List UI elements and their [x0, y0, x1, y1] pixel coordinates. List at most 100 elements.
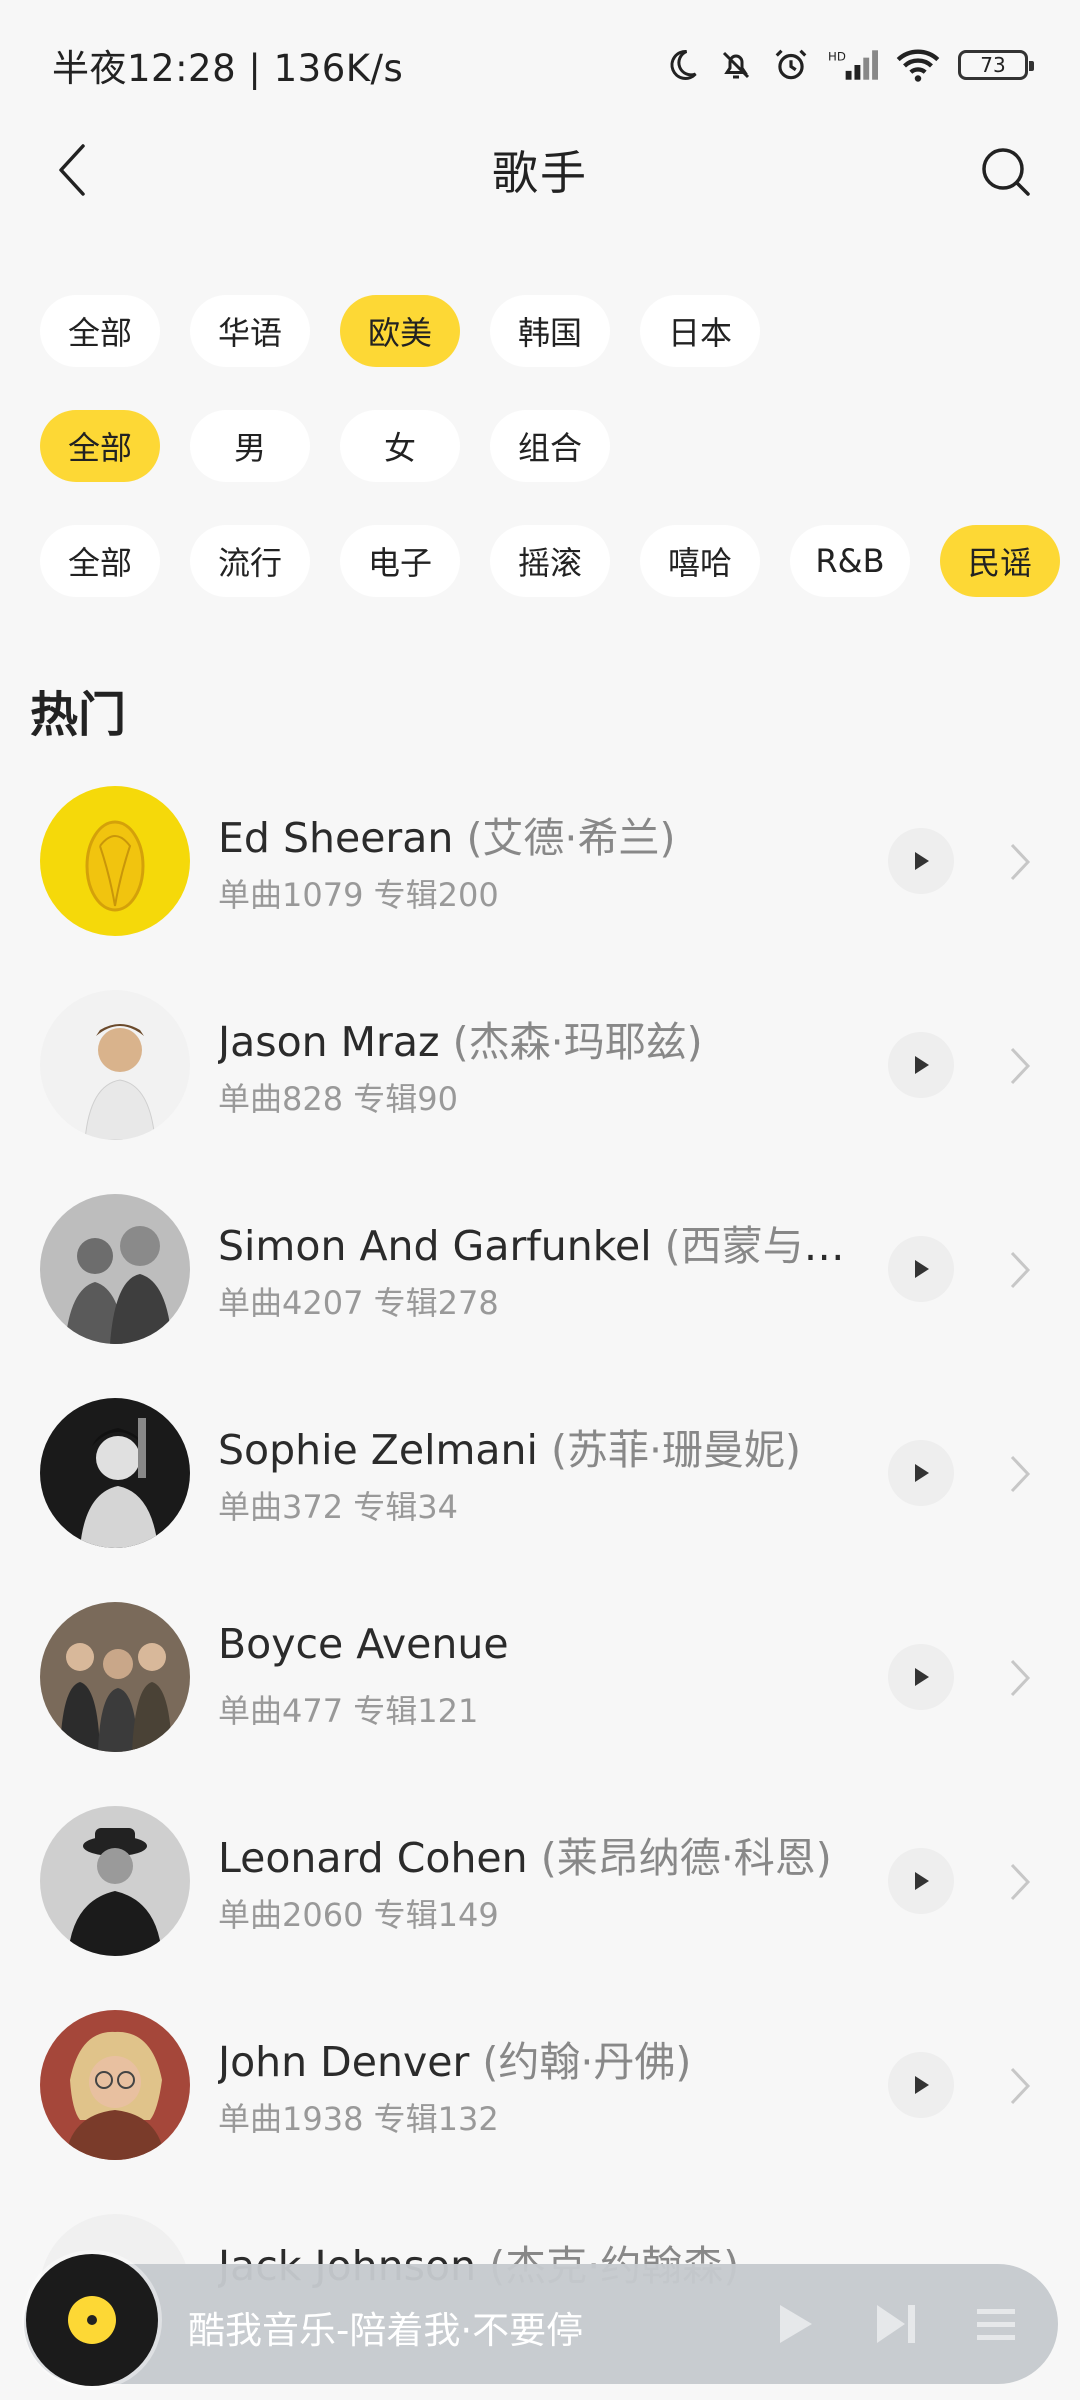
chip-region-japan[interactable]: 日本 [640, 295, 760, 367]
play-button[interactable] [888, 828, 954, 894]
artist-name: Sophie Zelmani (苏菲·珊曼妮) [218, 1416, 858, 1476]
search-button[interactable] [976, 142, 1036, 202]
chip-genre-electronic[interactable]: 电子 [340, 525, 460, 597]
avatar [40, 2010, 190, 2160]
chevron-right-icon[interactable] [1000, 1044, 1040, 1088]
list-item[interactable]: Sophie Zelmani (苏菲·珊曼妮) 单曲372 专辑34 [0, 1392, 1080, 1596]
artist-stats: 单曲1938 专辑132 [218, 2100, 499, 2138]
avatar [40, 1602, 190, 1752]
status-icons: HD 73 [664, 46, 1034, 84]
back-button[interactable] [44, 142, 100, 198]
chip-region-all[interactable]: 全部 [40, 295, 160, 367]
play-icon [915, 1668, 929, 1686]
artist-name-cn: (艾德·希兰) [466, 814, 676, 862]
artist-name-en: Simon And Garfunkel [218, 1222, 652, 1270]
play-button[interactable] [888, 1644, 954, 1710]
header: 歌手 [0, 120, 1080, 220]
chip-genre-folk[interactable]: 民谣 [940, 525, 1060, 597]
player-play-button[interactable] [764, 2292, 828, 2356]
status-time: 半夜12:28 | 136K/s [52, 47, 404, 90]
play-icon [915, 2076, 929, 2094]
chip-genre-pop[interactable]: 流行 [190, 525, 310, 597]
artist-name: Ed Sheeran (艾德·希兰) [218, 804, 858, 864]
search-icon [982, 148, 1030, 196]
play-button[interactable] [888, 1848, 954, 1914]
chip-genre-all[interactable]: 全部 [40, 525, 160, 597]
artist-stats: 单曲4207 专辑278 [218, 1284, 499, 1322]
artist-name-cn: (苏菲·珊曼妮) [550, 1426, 801, 1474]
chevron-right-icon[interactable] [1000, 1248, 1040, 1292]
play-button[interactable] [888, 1236, 954, 1302]
artist-name: John Denver (约翰·丹佛) [218, 2028, 858, 2088]
artist-stats: 单曲372 专辑34 [218, 1488, 458, 1526]
alarm-icon [772, 46, 810, 84]
chip-genre-rock[interactable]: 摇滚 [490, 525, 610, 597]
artist-name-en: Boyce Avenue [218, 1620, 509, 1668]
next-icon [877, 2305, 915, 2343]
chevron-right-icon[interactable] [1000, 1860, 1040, 1904]
play-icon [915, 1464, 929, 1482]
chevron-right-icon[interactable] [1000, 2064, 1040, 2108]
wifi-icon [896, 47, 940, 83]
chip-region-korea[interactable]: 韩国 [490, 295, 610, 367]
disc-center [87, 2315, 97, 2325]
artist-name: Leonard Cohen (莱昂纳德·科恩) [218, 1824, 858, 1884]
avatar [40, 786, 190, 936]
play-button[interactable] [888, 2052, 954, 2118]
chip-genre-rnb[interactable]: R&B [790, 525, 910, 597]
hd-signal-icon: HD [828, 47, 878, 83]
artist-name-en: Leonard Cohen [218, 1834, 528, 1882]
chip-gender-all[interactable]: 全部 [40, 410, 160, 482]
svg-text:HD: HD [828, 50, 846, 64]
play-button[interactable] [888, 1440, 954, 1506]
list-item[interactable]: John Denver (约翰·丹佛) 单曲1938 专辑132 [0, 2004, 1080, 2208]
gender-filter: 全部 男 女 组合 [40, 410, 610, 482]
play-icon [915, 1260, 929, 1278]
player-title: 酷我音乐-陪着我·不要停 [188, 2309, 584, 2352]
chip-region-western[interactable]: 欧美 [340, 295, 460, 367]
list-item[interactable]: Boyce Avenue 单曲477 专辑121 [0, 1596, 1080, 1800]
chip-gender-male[interactable]: 男 [190, 410, 310, 482]
avatar [40, 1398, 190, 1548]
artist-name-cn: (莱昂纳德·科恩) [540, 1834, 832, 1882]
moon-icon [664, 47, 700, 83]
player-next-button[interactable] [864, 2292, 928, 2356]
status-bar: 半夜12:28 | 136K/s HD 73 [0, 0, 1080, 130]
playlist-icon [977, 2309, 1015, 2340]
artist-name-en: Jason Mraz [218, 1018, 440, 1066]
play-icon [780, 2305, 812, 2343]
artist-name: Boyce Avenue [218, 1620, 858, 1668]
list-item[interactable]: Simon And Garfunkel (西蒙与加… 单曲4207 专辑278 [0, 1188, 1080, 1392]
chip-genre-hiphop[interactable]: 嘻哈 [640, 525, 760, 597]
mini-player[interactable]: 酷我音乐-陪着我·不要停 [24, 2254, 1058, 2386]
chevron-right-icon[interactable] [1000, 1452, 1040, 1496]
artist-stats: 单曲828 专辑90 [218, 1080, 458, 1118]
chip-gender-female[interactable]: 女 [340, 410, 460, 482]
artist-name-en: John Denver [218, 2038, 470, 2086]
artist-name-cn: (约翰·丹佛) [482, 2038, 692, 2086]
avatar [40, 990, 190, 1140]
chip-gender-group[interactable]: 组合 [490, 410, 610, 482]
list-item[interactable]: Ed Sheeran (艾德·希兰) 单曲1079 专辑200 [0, 780, 1080, 984]
artist-name-cn: (杰森·玛耶兹) [452, 1018, 703, 1066]
chevron-right-icon[interactable] [1000, 1656, 1040, 1700]
chip-region-chinese[interactable]: 华语 [190, 295, 310, 367]
player-playlist-button[interactable] [964, 2292, 1028, 2356]
list-item[interactable]: Jason Mraz (杰森·玛耶兹) 单曲828 专辑90 [0, 984, 1080, 1188]
play-icon [915, 1872, 929, 1890]
play-icon [915, 1056, 929, 1074]
list-item[interactable]: Leonard Cohen (莱昂纳德·科恩) 单曲2060 专辑149 [0, 1800, 1080, 2004]
play-button[interactable] [888, 1032, 954, 1098]
artist-name: Jason Mraz (杰森·玛耶兹) [218, 1008, 858, 1068]
play-icon [915, 852, 929, 870]
avatar [40, 1194, 190, 1344]
artist-stats: 单曲477 专辑121 [218, 1692, 479, 1730]
artist-name-cn: (西蒙与加… [664, 1222, 858, 1270]
album-disc[interactable] [26, 2254, 158, 2386]
section-title: 热门 [30, 687, 127, 743]
battery-level: 73 [980, 53, 1006, 77]
avatar [40, 1806, 190, 1956]
artist-stats: 单曲1079 专辑200 [218, 876, 499, 914]
back-arrow-icon [59, 144, 85, 196]
chevron-right-icon[interactable] [1000, 840, 1040, 884]
